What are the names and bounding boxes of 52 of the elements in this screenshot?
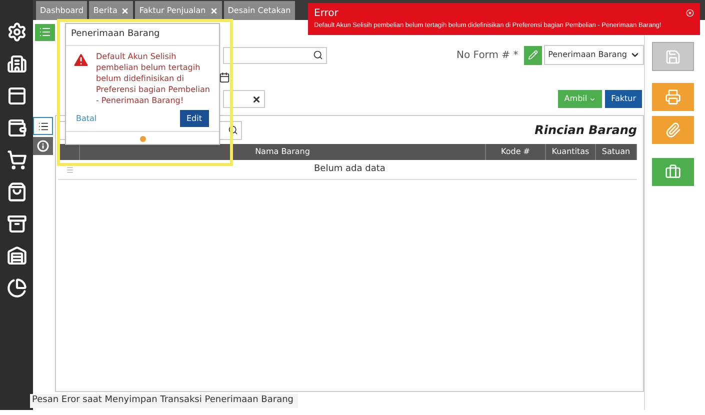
wallet-icon[interactable] bbox=[6, 118, 26, 138]
tab[interactable]: Berita bbox=[89, 1, 134, 20]
form-type-select[interactable]: Penerimaan Barang bbox=[544, 45, 644, 65]
edit-number-button[interactable] bbox=[524, 46, 542, 64]
save-icon bbox=[664, 48, 680, 64]
empty-table-message: Belum ada data bbox=[314, 162, 386, 176]
cabinet-icon[interactable] bbox=[6, 214, 26, 234]
tools-button[interactable] bbox=[652, 158, 694, 186]
pencil-icon bbox=[528, 50, 538, 60]
caption: Pesan Eror saat Menyimpan Transaksi Penerimaan Barang bbox=[30, 394, 298, 408]
chevron-down-icon bbox=[630, 50, 640, 60]
edit-button[interactable]: Edit bbox=[180, 110, 209, 127]
chevron-down-icon bbox=[589, 96, 596, 102]
gear-icon[interactable] bbox=[6, 22, 26, 42]
text-field[interactable] bbox=[223, 90, 265, 108]
list-view-button[interactable] bbox=[35, 24, 55, 40]
cart-icon[interactable] bbox=[6, 150, 26, 170]
dialog-title: Penerimaan Barang bbox=[66, 24, 219, 46]
info-icon bbox=[37, 140, 49, 152]
paperclip-icon bbox=[664, 122, 680, 138]
close-icon[interactable] bbox=[121, 6, 130, 14]
close-icon[interactable] bbox=[686, 9, 694, 17]
panel-icon[interactable] bbox=[6, 86, 26, 106]
close-icon[interactable] bbox=[210, 6, 218, 14]
tab[interactable]: Desain Cetakan bbox=[224, 1, 295, 20]
details-tab[interactable] bbox=[33, 117, 53, 135]
warehouse-icon[interactable] bbox=[6, 246, 26, 266]
bag-icon[interactable] bbox=[6, 182, 26, 202]
pie-chart-icon[interactable] bbox=[6, 278, 26, 298]
toast-title: Error bbox=[314, 7, 338, 21]
column-header: Kuantitas bbox=[546, 144, 596, 160]
printer-icon bbox=[664, 89, 680, 105]
warning-icon bbox=[72, 51, 90, 69]
column-header: Satuan bbox=[596, 144, 637, 160]
column-header: Kode # bbox=[486, 144, 546, 160]
tab[interactable]: Faktur Penjualan bbox=[135, 1, 222, 20]
dropdown-button[interactable]: Ambil bbox=[558, 90, 602, 108]
search-icon[interactable] bbox=[312, 50, 323, 60]
clear-icon[interactable] bbox=[252, 94, 261, 104]
panel-title: Rincian Barang bbox=[534, 122, 638, 139]
form-number-label: No Form # * bbox=[456, 48, 518, 62]
search-icon[interactable] bbox=[228, 125, 238, 135]
building-icon[interactable] bbox=[6, 54, 26, 74]
search-field[interactable] bbox=[223, 46, 327, 64]
calendar-icon[interactable] bbox=[219, 72, 230, 82]
info-tab[interactable] bbox=[33, 137, 53, 155]
briefcase-icon bbox=[664, 164, 680, 180]
drag-handle-icon[interactable] bbox=[66, 166, 74, 174]
tab[interactable]: Dashboard bbox=[36, 1, 88, 20]
action-button[interactable]: Faktur bbox=[605, 90, 642, 108]
dialog-message: Default Akun Selisih pembelian belum tertagih belum didefinisikan di Preferensi bagian Pembelian - Penerimaan Barang! bbox=[96, 51, 211, 106]
cancel-link[interactable]: Batal bbox=[76, 112, 97, 124]
